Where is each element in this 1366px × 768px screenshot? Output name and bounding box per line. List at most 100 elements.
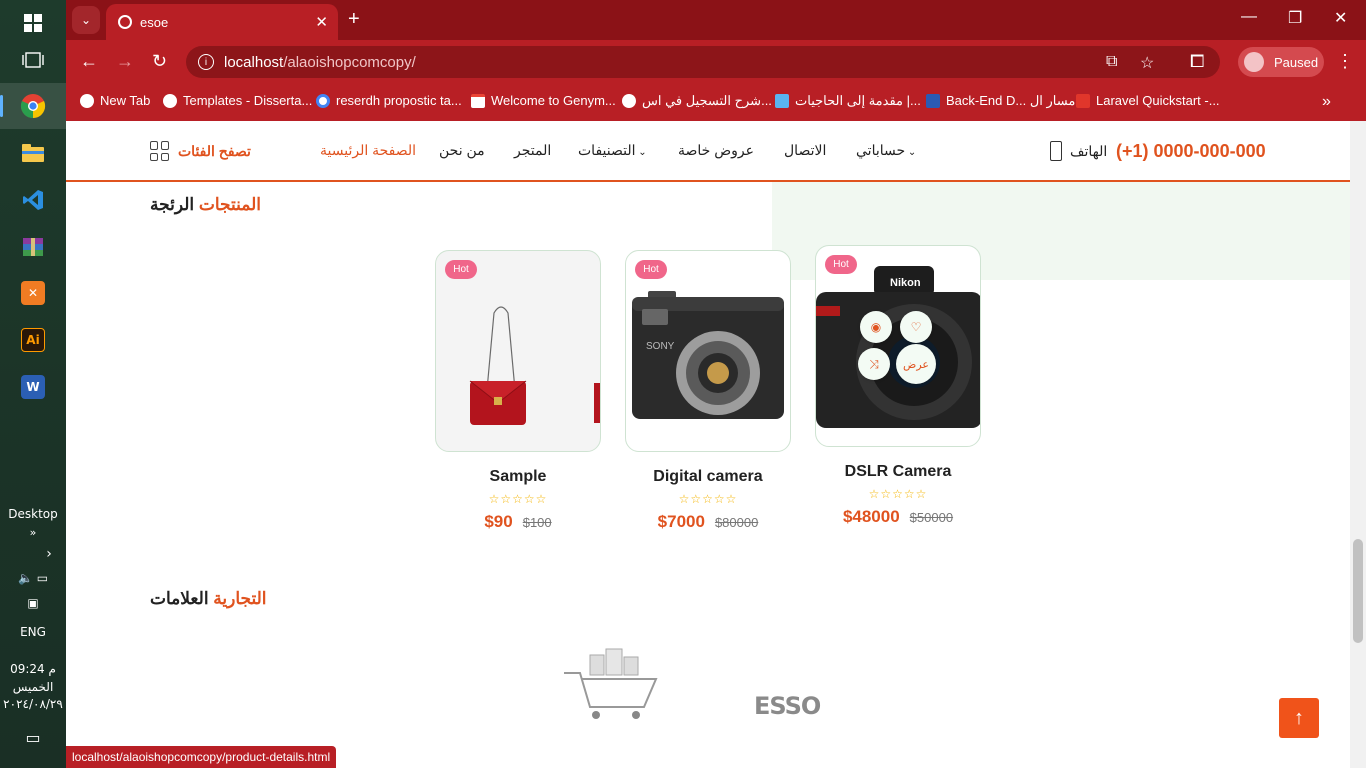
bookmark-item[interactable]: شرح التسجيل في اس...: [622, 93, 772, 109]
eye-icon: ◉: [870, 320, 882, 334]
dslr-camera-image: Nikon: [816, 266, 980, 428]
translate-icon[interactable]: ⧉: [1106, 53, 1117, 71]
nav-home[interactable]: الصفحة الرئيسية: [320, 142, 416, 159]
back-button[interactable]: ←: [80, 51, 98, 72]
product-image[interactable]: Hot Nikon ◉ ♡ ⤨ عرض: [815, 245, 981, 447]
clock-time[interactable]: 09:24 م: [0, 662, 66, 676]
forward-button[interactable]: →: [116, 51, 134, 72]
network-icon[interactable]: ▣: [0, 596, 66, 610]
chevron-double-down-icon[interactable]: »: [0, 526, 66, 539]
archive-icon: [23, 238, 43, 256]
trending-section-title: المنتجات الرئجة: [150, 195, 261, 214]
system-tray-icons[interactable]: 🔈 ▭: [0, 571, 66, 585]
product-price: $48000: [842, 507, 900, 526]
google-icon: [316, 93, 330, 108]
tab-esoe[interactable]: esoe ✕: [106, 4, 338, 40]
arrow-up-icon: ↑: [1294, 706, 1304, 729]
address-bar[interactable]: i localhost/alaoishopcomcopy/ ⧉ ☆: [186, 46, 1220, 78]
product-card[interactable]: Hot SONY Digital camera ☆☆☆☆☆ $7000 $8000…: [625, 250, 791, 532]
bookmark-item[interactable]: Welcome to Genym...: [471, 93, 616, 108]
bookmark-item[interactable]: Back-End D... مسار ال: [926, 93, 1075, 109]
site-header: (+1) 0000-000-000 الهاتف حساباتي ⌄ الاتص…: [66, 121, 1350, 182]
product-name[interactable]: Sample: [435, 468, 601, 486]
phone-number[interactable]: (+1) 0000-000-000: [1116, 141, 1266, 162]
bookmark-item[interactable]: Templates - Disserta...: [163, 93, 312, 108]
clock-day[interactable]: الخميس: [0, 680, 66, 694]
illustrator-taskbar-button[interactable]: Ai: [0, 317, 66, 363]
close-window-button[interactable]: ✕: [1334, 8, 1347, 28]
restore-button[interactable]: ❐: [1288, 8, 1302, 28]
product-old-price: $80000: [714, 515, 759, 530]
red-bag-image: [469, 306, 600, 425]
profile-button[interactable]: Paused: [1238, 47, 1324, 77]
bookmark-star-icon[interactable]: ☆: [1140, 53, 1154, 73]
file-explorer-taskbar-button[interactable]: [0, 130, 66, 176]
brands-section-title: التجارية العلامات: [150, 589, 267, 608]
chrome-taskbar-button[interactable]: [0, 83, 66, 129]
shopping-cart-brand-logo[interactable]: [560, 643, 664, 723]
svg-text:Nikon: Nikon: [890, 277, 921, 289]
minimize-button[interactable]: —: [1241, 8, 1257, 26]
chevron-down-icon: ⌄: [635, 147, 647, 158]
rating-stars: ☆☆☆☆☆: [488, 492, 548, 506]
shuffle-icon: ⤨: [869, 356, 879, 371]
flutter-icon: [775, 94, 789, 108]
nav-account[interactable]: حساباتي ⌄: [856, 142, 916, 159]
laravel-icon: [1076, 93, 1090, 108]
bookmark-item[interactable]: reserdh propostic ta...: [316, 93, 462, 108]
nav-shop[interactable]: المتجر: [514, 142, 551, 159]
product-name[interactable]: DSLR Camera: [815, 463, 981, 481]
esso-brand-logo[interactable]: ESSO: [754, 692, 821, 720]
nav-offers[interactable]: عروض خاصة: [678, 142, 754, 159]
chevron-down-icon: ⌄: [80, 13, 92, 27]
product-card[interactable]: Hot Sample ☆☆☆☆☆ $90 $100: [435, 250, 601, 532]
tab-search-button[interactable]: ⌄: [72, 6, 100, 34]
product-prices: $90 $100: [435, 512, 601, 532]
winrar-taskbar-button[interactable]: [0, 224, 66, 270]
new-tab-button[interactable]: +: [348, 8, 360, 31]
bookmark-item[interactable]: مقدمة إلى الحاجيات |...: [775, 93, 921, 109]
product-card-hovered[interactable]: Hot Nikon ◉ ♡ ⤨ عرض DSLR Camera ☆☆☆☆☆ $4…: [815, 245, 981, 527]
scroll-to-top-button[interactable]: ↑: [1279, 698, 1319, 738]
view-product-button[interactable]: عرض: [896, 344, 936, 384]
scrollbar-thumb[interactable]: [1353, 539, 1363, 643]
nav-contact[interactable]: الاتصال: [784, 142, 826, 159]
product-name[interactable]: Digital camera: [625, 468, 791, 486]
more-bookmarks-icon[interactable]: »: [1322, 93, 1331, 111]
word-taskbar-button[interactable]: W: [0, 364, 66, 410]
rating-stars: ☆☆☆☆☆: [868, 487, 928, 501]
notifications-icon[interactable]: ▭: [0, 728, 66, 747]
nav-categories[interactable]: التصنيفات ⌄: [578, 142, 647, 159]
product-image[interactable]: Hot SONY: [625, 250, 791, 452]
menu-kebab-icon[interactable]: ⋮: [1336, 51, 1354, 72]
nav-about[interactable]: من نحن: [439, 142, 485, 159]
compare-button[interactable]: ⤨: [858, 348, 890, 380]
xampp-taskbar-button[interactable]: ✕: [0, 270, 66, 316]
wishlist-button[interactable]: ♡: [900, 311, 932, 343]
site-info-icon[interactable]: i: [198, 54, 214, 70]
illustrator-icon: Ai: [21, 328, 45, 352]
browse-categories-button[interactable]: تصفح الفئات: [150, 141, 251, 161]
product-image[interactable]: Hot: [435, 250, 601, 452]
quick-view-button[interactable]: ◉: [860, 311, 892, 343]
rating-stars: ☆☆☆☆☆: [678, 492, 738, 506]
product-prices: $7000 $80000: [625, 512, 791, 532]
desktop-label[interactable]: Desktop: [0, 507, 66, 521]
language-indicator[interactable]: ENG: [0, 625, 66, 639]
close-tab-icon[interactable]: ✕: [315, 13, 328, 31]
page-scrollbar[interactable]: [1350, 121, 1366, 768]
compact-camera-image: SONY: [632, 291, 784, 419]
bookmark-item[interactable]: Laravel Quickstart -...: [1076, 93, 1220, 108]
phone-label: الهاتف: [1070, 143, 1108, 159]
task-view-button[interactable]: [0, 37, 66, 83]
globe-icon: [80, 93, 94, 108]
bookmark-item[interactable]: New Tab: [80, 93, 150, 108]
tab-title: esoe: [140, 14, 169, 30]
browser-toolbar: ← → ↻ i localhost/alaoishopcomcopy/ ⧉ ☆ …: [66, 40, 1366, 84]
extensions-icon[interactable]: ⧠: [1190, 51, 1204, 72]
profile-status: Paused: [1274, 54, 1319, 70]
phone-icon: [1050, 141, 1062, 161]
clock-date[interactable]: ٢٠٢٤/٠٨/٢٩: [0, 697, 66, 711]
vscode-taskbar-button[interactable]: [0, 177, 66, 223]
reload-button[interactable]: ↻: [152, 51, 167, 72]
